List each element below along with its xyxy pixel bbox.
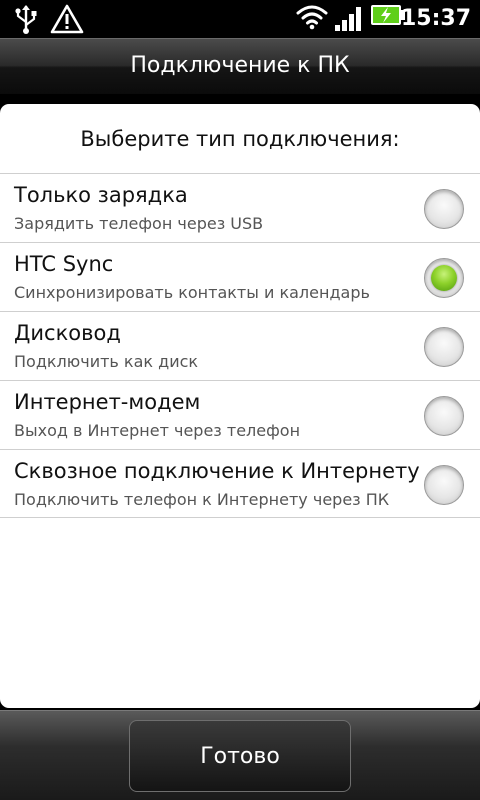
radio-button-selected[interactable] bbox=[424, 258, 464, 298]
wifi-icon bbox=[296, 4, 328, 34]
status-bar: 15:37 bbox=[0, 0, 480, 38]
option-title: Интернет-модем bbox=[14, 390, 201, 414]
option-subtitle: Зарядить телефон через USB bbox=[14, 214, 264, 233]
option-disk-drive[interactable]: Дисковод Подключить как диск bbox=[0, 311, 480, 380]
option-subtitle: Подключить телефон к Интернету через ПК bbox=[14, 490, 390, 509]
radio-button[interactable] bbox=[424, 465, 464, 505]
option-htc-sync[interactable]: HTC Sync Синхронизировать контакты и кал… bbox=[0, 242, 480, 311]
radio-button[interactable] bbox=[424, 189, 464, 229]
option-subtitle: Синхронизировать контакты и календарь bbox=[14, 283, 370, 302]
signal-icon bbox=[334, 4, 364, 36]
option-title: Дисковод bbox=[14, 321, 121, 345]
radio-button[interactable] bbox=[424, 396, 464, 436]
option-title: Только зарядка bbox=[14, 183, 188, 207]
dialog-heading: Выберите тип подключения: bbox=[80, 127, 400, 151]
usb-icon bbox=[12, 4, 40, 38]
option-internet-modem[interactable]: Интернет-модем Выход в Интернет через те… bbox=[0, 380, 480, 449]
option-title: HTC Sync bbox=[14, 252, 114, 276]
connection-options-list: Только зарядка Зарядить телефон через US… bbox=[0, 173, 480, 518]
bottom-bar: Готово bbox=[0, 710, 480, 800]
page-title: Подключение к ПК bbox=[130, 53, 350, 78]
option-subtitle: Подключить как диск bbox=[14, 352, 199, 371]
option-title: Сквозное подключение к Интернету bbox=[14, 459, 420, 483]
connection-type-dialog: Выберите тип подключения: Только зарядка… bbox=[0, 104, 480, 708]
option-charge-only[interactable]: Только зарядка Зарядить телефон через US… bbox=[0, 173, 480, 242]
radio-button[interactable] bbox=[424, 327, 464, 367]
option-internet-passthrough[interactable]: Сквозное подключение к Интернету Подключ… bbox=[0, 449, 480, 518]
warning-icon bbox=[50, 4, 84, 38]
status-time: 15:37 bbox=[400, 6, 471, 31]
title-bar: Подключение к ПК bbox=[0, 38, 480, 94]
option-subtitle: Выход в Интернет через телефон bbox=[14, 421, 301, 440]
done-button[interactable]: Готово bbox=[129, 720, 351, 792]
